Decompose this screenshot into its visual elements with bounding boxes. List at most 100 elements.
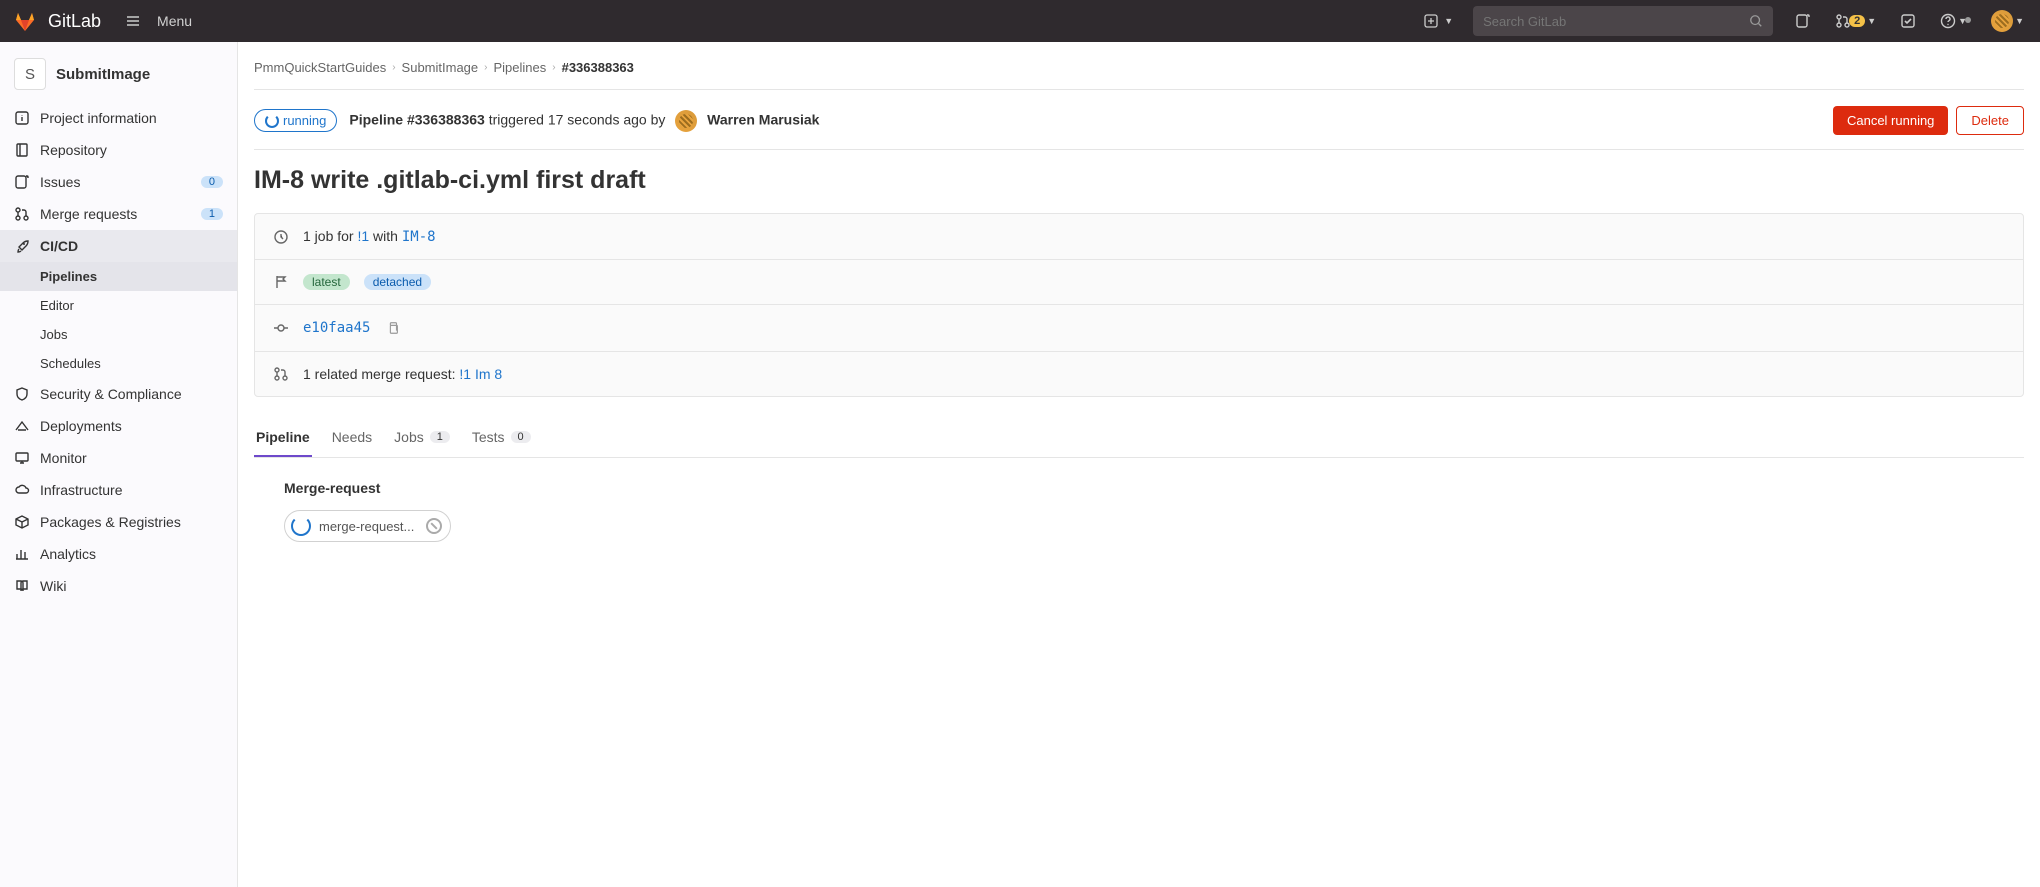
help-icon[interactable]: ▼ (1932, 13, 1975, 29)
global-search[interactable] (1473, 6, 1773, 36)
global-header: GitLab Menu ▼ 2 ▼ ▼ ▼ (0, 0, 2040, 42)
sidebar-item-merge-requests[interactable]: Merge requests 1 (0, 198, 237, 230)
tag-detached: detached (364, 274, 431, 290)
user-avatar (1991, 10, 2013, 32)
stage-name: Merge-request (284, 480, 2024, 496)
chart-icon (14, 546, 30, 562)
sidebar-item-label: Infrastructure (40, 482, 122, 498)
chevron-right-icon: › (392, 62, 395, 73)
create-new-dropdown[interactable]: ▼ (1418, 10, 1459, 32)
sidebar-item-label: CI/CD (40, 238, 78, 254)
pipeline-tabs: Pipeline Needs Jobs 1 Tests 0 (254, 397, 2024, 458)
job-name: merge-request... (319, 519, 414, 534)
sidebar-item-monitor[interactable]: Monitor (0, 442, 237, 474)
branch-link[interactable]: IM-8 (402, 229, 436, 245)
sidebar-item-analytics[interactable]: Analytics (0, 538, 237, 570)
sidebar-item-label: Analytics (40, 546, 96, 562)
rocket-icon (14, 238, 30, 254)
pipeline-info-card: 1 job for !1 with IM-8 latest detached e… (254, 213, 2024, 397)
sidebar-item-security[interactable]: Security & Compliance (0, 378, 237, 410)
sidebar-item-label: Issues (40, 174, 80, 190)
sidebar-sub-editor[interactable]: Editor (0, 291, 237, 320)
project-sidebar: S SubmitImage Project information Reposi… (0, 42, 238, 887)
cancel-job-icon[interactable] (426, 518, 442, 534)
info-row-commit: e10faa45 (255, 305, 2023, 352)
hamburger-icon[interactable] (119, 7, 147, 35)
chevron-down-icon: ▼ (1867, 16, 1876, 26)
cloud-icon (14, 482, 30, 498)
gitlab-logo-icon[interactable] (12, 8, 38, 34)
tab-pipeline[interactable]: Pipeline (254, 421, 312, 457)
sidebar-item-cicd[interactable]: CI/CD (0, 230, 237, 262)
monitor-icon (14, 450, 30, 466)
sidebar-sub-pipelines[interactable]: Pipelines (0, 262, 237, 291)
project-avatar: S (14, 58, 46, 90)
merge-requests-icon[interactable]: 2 ▼ (1827, 13, 1884, 29)
chevron-down-icon: ▼ (1444, 16, 1453, 26)
status-text: running (283, 113, 326, 128)
tab-tests[interactable]: Tests 0 (470, 421, 533, 457)
info-row-tags: latest detached (255, 260, 2023, 305)
menu-label[interactable]: Menu (157, 13, 192, 29)
sidebar-item-label: Repository (40, 142, 107, 158)
tab-needs[interactable]: Needs (330, 421, 374, 457)
breadcrumb-link[interactable]: SubmitImage (402, 60, 479, 75)
todos-icon[interactable] (1892, 13, 1924, 29)
breadcrumb-link[interactable]: Pipelines (493, 60, 546, 75)
tab-jobs[interactable]: Jobs 1 (392, 421, 452, 457)
count-badge: 1 (201, 208, 223, 220)
info-text: 1 related merge request: !1 Im 8 (303, 366, 502, 382)
related-mr-link[interactable]: !1 Im 8 (459, 366, 502, 382)
sidebar-item-infrastructure[interactable]: Infrastructure (0, 474, 237, 506)
status-badge[interactable]: running (254, 109, 337, 132)
sidebar-item-label: Merge requests (40, 206, 137, 222)
breadcrumb-current: #336388363 (562, 60, 634, 75)
commit-icon (273, 320, 289, 336)
breadcrumbs: PmmQuickStartGuides › SubmitImage › Pipe… (254, 60, 2024, 90)
brand-text[interactable]: GitLab (48, 11, 101, 32)
running-spinner-icon (291, 516, 311, 536)
mr-count-badge: 2 (1849, 15, 1865, 27)
book-icon (14, 578, 30, 594)
breadcrumb-link[interactable]: PmmQuickStartGuides (254, 60, 386, 75)
search-icon[interactable] (1749, 14, 1763, 28)
count-badge: 0 (511, 431, 531, 443)
commit-link[interactable]: e10faa45 (303, 320, 370, 336)
chevron-right-icon: › (484, 62, 487, 73)
tag-latest: latest (303, 274, 350, 290)
notification-dot (1965, 17, 1971, 23)
user-avatar[interactable] (675, 110, 697, 132)
project-header[interactable]: S SubmitImage (0, 52, 237, 102)
clock-icon (273, 229, 289, 245)
count-badge: 1 (430, 431, 450, 443)
page-title: IM-8 write .gitlab-ci.yml first draft (254, 150, 2024, 213)
sidebar-sub-schedules[interactable]: Schedules (0, 349, 237, 378)
shield-icon (14, 386, 30, 402)
repo-icon (14, 142, 30, 158)
cancel-running-button[interactable]: Cancel running (1833, 106, 1948, 135)
sidebar-item-label: Project information (40, 110, 157, 126)
count-badge: 0 (201, 176, 223, 188)
user-name[interactable]: Warren Marusiak (707, 111, 819, 127)
chevron-right-icon: › (552, 62, 555, 73)
issues-icon[interactable] (1787, 13, 1819, 29)
sidebar-sub-jobs[interactable]: Jobs (0, 320, 237, 349)
sidebar-item-deployments[interactable]: Deployments (0, 410, 237, 442)
sidebar-item-repository[interactable]: Repository (0, 134, 237, 166)
sidebar-item-wiki[interactable]: Wiki (0, 570, 237, 602)
job-pill[interactable]: merge-request... (284, 510, 451, 542)
package-icon (14, 514, 30, 530)
sidebar-item-packages[interactable]: Packages & Registries (0, 506, 237, 538)
chevron-down-icon: ▼ (2015, 16, 2024, 26)
pipeline-graph: Merge-request merge-request... (254, 458, 2024, 542)
copy-commit-button[interactable] (384, 319, 402, 337)
sidebar-item-label: Deployments (40, 418, 122, 434)
sidebar-item-issues[interactable]: Issues 0 (0, 166, 237, 198)
flag-icon (273, 274, 289, 290)
user-menu[interactable]: ▼ (1983, 10, 2032, 32)
search-input[interactable] (1483, 14, 1749, 29)
delete-button[interactable]: Delete (1956, 106, 2024, 135)
running-spinner-icon (265, 114, 279, 128)
sidebar-item-project-info[interactable]: Project information (0, 102, 237, 134)
mr-link[interactable]: !1 (357, 228, 369, 244)
